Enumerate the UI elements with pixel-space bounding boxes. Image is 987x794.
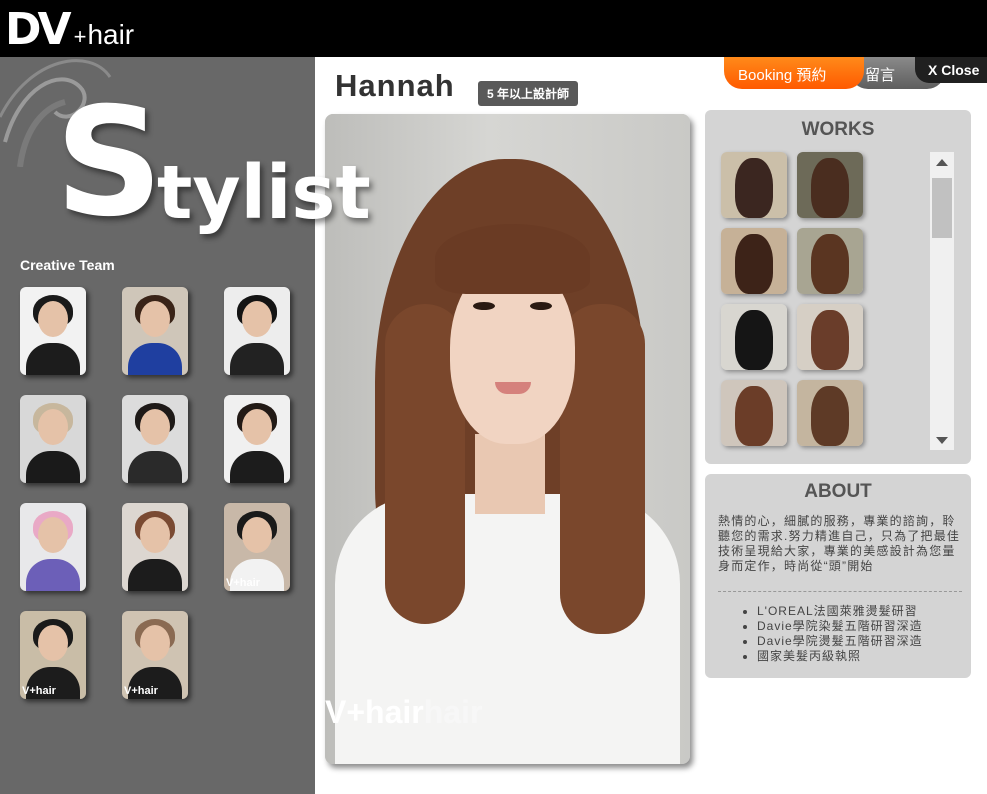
scroll-down-arrow-icon[interactable] bbox=[930, 430, 954, 450]
work-thumbnail[interactable] bbox=[721, 152, 787, 218]
stylist-thumbnail[interactable] bbox=[122, 287, 188, 375]
thumbnail-face bbox=[38, 409, 68, 445]
stylist-thumbnail[interactable]: V+hair bbox=[122, 611, 188, 699]
about-panel: ABOUT 熱情的心，細膩的服務，專業的諮詢，聆聽您的需求.努力精進自己，只為了… bbox=[705, 474, 971, 678]
stylist-thumbnail[interactable] bbox=[20, 287, 86, 375]
stylist-thumbnail[interactable] bbox=[20, 395, 86, 483]
stylist-thumbnail[interactable]: V+hair bbox=[20, 611, 86, 699]
thumbnail-face bbox=[140, 301, 170, 337]
about-title: ABOUT bbox=[804, 481, 872, 502]
page-title-initial: S bbox=[55, 76, 164, 250]
credential-item: Davie學院燙髮五階研習深造 bbox=[757, 634, 923, 649]
about-description: 熱情的心，細膩的服務，專業的諮詢，聆聽您的需求.努力精進自己，只為了把最佳技術呈… bbox=[718, 514, 961, 573]
about-divider bbox=[718, 591, 962, 592]
thumbnail-face bbox=[38, 301, 68, 337]
thumbnail-watermark: V+hair bbox=[226, 577, 260, 589]
work-hair bbox=[735, 158, 773, 218]
stylist-thumbnail[interactable]: V+hair bbox=[224, 503, 290, 591]
credential-item: 國家美髮丙級執照 bbox=[757, 649, 923, 664]
work-hair bbox=[735, 234, 773, 294]
work-hair bbox=[811, 158, 849, 218]
logo-wordmark: hair bbox=[87, 19, 135, 50]
thumbnail-face bbox=[38, 517, 68, 553]
stylist-thumbnail[interactable] bbox=[122, 503, 188, 591]
work-hair bbox=[735, 310, 773, 370]
stylist-thumbnail[interactable] bbox=[20, 503, 86, 591]
work-thumbnail[interactable] bbox=[721, 380, 787, 446]
stylist-thumbnail[interactable] bbox=[224, 395, 290, 483]
work-hair bbox=[735, 386, 773, 446]
work-thumbnail[interactable] bbox=[797, 380, 863, 446]
thumbnail-face bbox=[38, 625, 68, 661]
stylist-thumbnail[interactable] bbox=[122, 395, 188, 483]
brand-logo[interactable]: DV + hair bbox=[5, 8, 134, 52]
close-button[interactable]: X Close bbox=[915, 57, 987, 83]
thumbnail-face bbox=[242, 301, 272, 337]
top-bar: DV + hair bbox=[0, 0, 987, 57]
portrait-eye-right bbox=[530, 302, 552, 310]
portrait-neck bbox=[475, 434, 545, 514]
experience-badge: 5 年以上設計師 bbox=[478, 81, 579, 106]
stylist-thumbnail[interactable] bbox=[224, 287, 290, 375]
work-hair bbox=[811, 310, 849, 370]
scroll-thumb[interactable] bbox=[932, 178, 952, 238]
work-thumbnail[interactable] bbox=[721, 228, 787, 294]
work-hair bbox=[811, 386, 849, 446]
thumbnail-face bbox=[242, 517, 272, 553]
work-thumbnail[interactable] bbox=[797, 304, 863, 370]
thumbnail-watermark: V+hair bbox=[124, 685, 158, 697]
page-title: Stylist bbox=[55, 88, 371, 238]
works-scrollbar[interactable] bbox=[930, 152, 954, 450]
credential-item: Davie學院染髮五階研習深造 bbox=[757, 619, 923, 634]
thumbnail-watermark: V+hair bbox=[22, 685, 56, 697]
thumbnail-face bbox=[242, 409, 272, 445]
credential-item: L'OREAL法國萊雅燙髮研習 bbox=[757, 604, 923, 619]
logo-plus: + bbox=[73, 24, 87, 49]
portrait-eye-left bbox=[473, 302, 495, 310]
logo-mark: DV bbox=[5, 4, 72, 55]
booking-button[interactable]: Booking 預約 bbox=[724, 57, 864, 89]
creative-team-label: Creative Team bbox=[20, 257, 115, 273]
portrait-hair-top bbox=[435, 224, 590, 294]
watermark-plus-hair: +hair bbox=[346, 694, 424, 730]
watermark-ghost: hair bbox=[423, 694, 483, 730]
thumbnail-face bbox=[140, 517, 170, 553]
work-hair bbox=[811, 234, 849, 294]
scroll-up-arrow-icon[interactable] bbox=[930, 152, 954, 172]
works-title: WORKS bbox=[801, 119, 875, 140]
credentials-list: L'OREAL法國萊雅燙髮研習Davie學院染髮五階研習深造Davie學院燙髮五… bbox=[757, 604, 923, 664]
work-thumbnail[interactable] bbox=[721, 304, 787, 370]
work-thumbnail[interactable] bbox=[797, 152, 863, 218]
thumbnail-face bbox=[140, 409, 170, 445]
page-title-rest: tylist bbox=[157, 150, 371, 236]
work-thumbnail[interactable] bbox=[797, 228, 863, 294]
watermark-v: V bbox=[325, 694, 347, 730]
stylist-portrait: V+hairhair bbox=[325, 114, 690, 764]
portrait-watermark: V+hairhair bbox=[325, 694, 482, 731]
thumbnail-face bbox=[140, 625, 170, 661]
